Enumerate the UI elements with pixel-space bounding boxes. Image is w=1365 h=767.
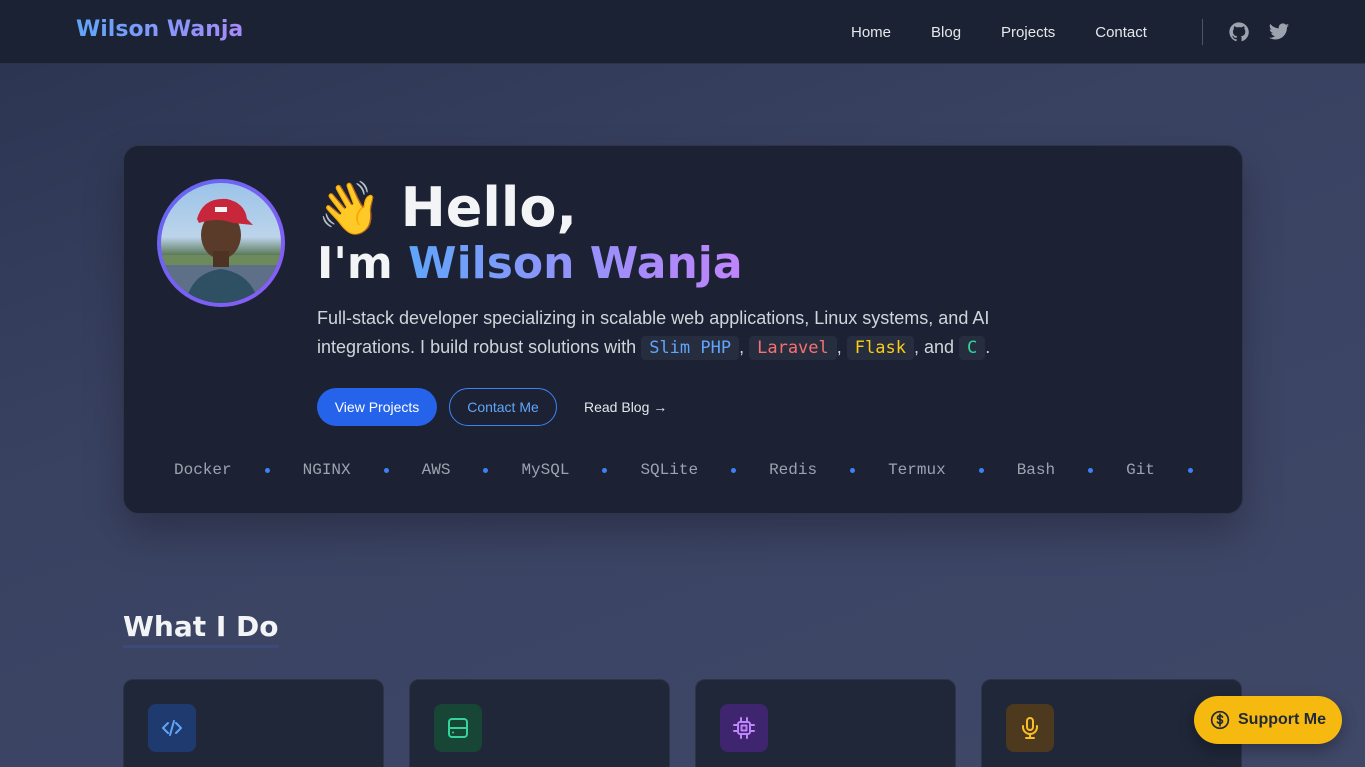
hero-card: 👋 Hello, I'm Wilson Wanja Full-stack dev… <box>123 145 1243 514</box>
service-card-cpu[interactable] <box>695 679 956 767</box>
avatar-photo <box>161 183 281 303</box>
tech-item: Bash <box>1017 461 1126 479</box>
hero-description: Full-stack developer specializing in sca… <box>317 308 991 360</box>
tech-label: Docker <box>174 461 232 479</box>
bullet-dot <box>1088 467 1094 473</box>
bullet-dot <box>602 467 608 473</box>
greeting-heading: 👋 Hello, <box>317 176 577 241</box>
microphone-icon <box>1006 704 1054 752</box>
hero-name: Wilson Wanja <box>408 238 743 289</box>
lang-badge-laravel: Laravel <box>749 336 837 360</box>
tech-label: SQLite <box>640 461 699 479</box>
service-card-server[interactable] <box>409 679 670 767</box>
tech-stack-list: Docker NGINX AWS MySQL SQLite Redis Termux Bash… <box>174 460 1194 480</box>
contact-me-button[interactable]: Contact Me <box>449 388 557 426</box>
twitter-icon[interactable] <box>1268 21 1290 43</box>
code-icon <box>148 704 196 752</box>
dollar-icon <box>1210 710 1230 730</box>
greeting-text: Hello, <box>400 176 578 239</box>
tech-label: Termux <box>888 461 946 479</box>
tech-label: MySQL <box>521 461 570 479</box>
tech-item: Termux <box>888 461 1017 479</box>
view-projects-button[interactable]: View Projects <box>317 388 437 426</box>
lang-badge-c: C <box>959 336 986 360</box>
wave-icon: 👋 <box>317 179 382 239</box>
tech-item: NGINX <box>303 461 422 479</box>
nav-home[interactable]: Home <box>831 24 911 41</box>
tech-label: Git <box>1126 461 1155 479</box>
site-header: Wilson Wanja Home Blog Projects Contact <box>0 0 1365 64</box>
support-me-button[interactable]: Support Me <box>1194 696 1342 744</box>
lang-badge-slim: Slim PHP <box>641 336 740 360</box>
tech-label: Redis <box>769 461 818 479</box>
bullet-dot <box>850 467 856 473</box>
tech-item: SQLite <box>640 461 769 479</box>
nav-divider <box>1202 19 1203 45</box>
nav-contact[interactable]: Contact <box>1075 24 1167 41</box>
service-card-code[interactable] <box>123 679 384 767</box>
bullet-dot <box>731 467 737 473</box>
bullet-dot <box>978 467 984 473</box>
tech-label: Bash <box>1016 461 1056 479</box>
bullet-dot <box>1187 467 1193 473</box>
lang-badge-flask: Flask <box>846 336 914 360</box>
tech-item: Redis <box>769 461 888 479</box>
server-icon <box>434 704 482 752</box>
main-nav: Home Blog Projects Contact <box>831 0 1167 64</box>
tech-label: AWS <box>421 461 451 479</box>
tech-item: Docker <box>174 461 303 479</box>
bullet-dot <box>483 467 489 473</box>
brand-logo[interactable]: Wilson Wanja <box>76 17 243 42</box>
tech-item: Git <box>1126 461 1226 479</box>
support-label: Support Me <box>1238 711 1326 728</box>
bullet-dot <box>264 467 270 473</box>
im-prefix: I'm <box>317 238 393 289</box>
person-illustration <box>161 198 281 303</box>
nav-projects[interactable]: Projects <box>981 24 1075 41</box>
tech-label: NGINX <box>302 461 351 479</box>
section-title: What I Do <box>123 610 279 648</box>
name-heading: I'm Wilson Wanja <box>317 236 743 292</box>
tech-item: AWS <box>422 461 522 479</box>
github-icon[interactable] <box>1228 21 1250 43</box>
cpu-icon <box>720 704 768 752</box>
and-word: and <box>923 337 955 357</box>
read-blog-link[interactable]: Read Blog → <box>584 388 667 426</box>
avatar <box>157 179 285 307</box>
bullet-dot <box>383 467 389 473</box>
nav-blog[interactable]: Blog <box>911 24 981 41</box>
tech-item: MySQL <box>521 461 640 479</box>
